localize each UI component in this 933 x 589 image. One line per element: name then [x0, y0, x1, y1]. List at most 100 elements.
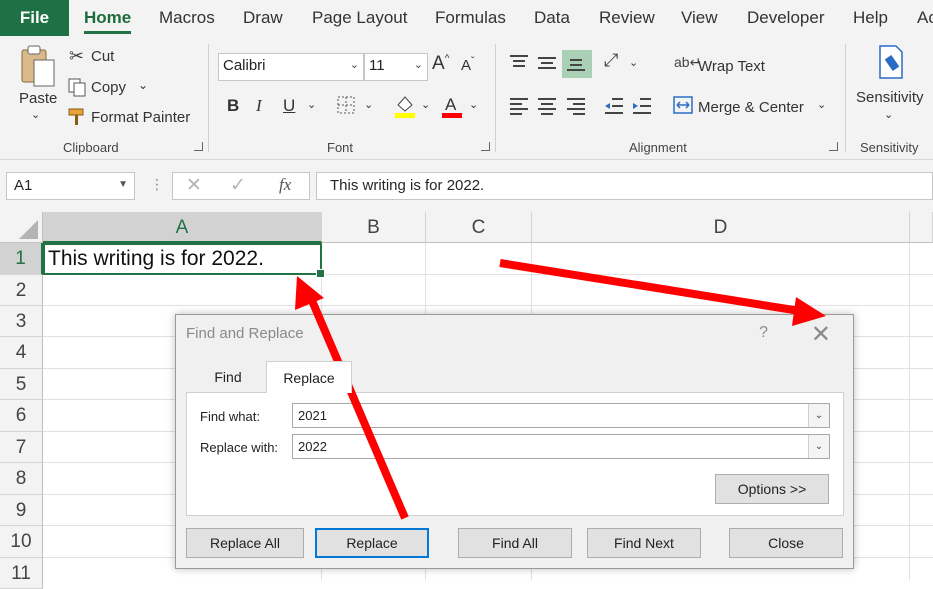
- help-icon[interactable]: ?: [759, 324, 768, 342]
- select-all-corner[interactable]: [0, 212, 43, 243]
- font-color-icon[interactable]: A: [440, 93, 464, 124]
- file-tab[interactable]: File: [0, 0, 69, 36]
- tab-developer[interactable]: Developer: [747, 0, 825, 36]
- group-divider: [495, 44, 496, 152]
- paste-dropdown-icon[interactable]: ⌄: [31, 108, 40, 121]
- underline-button[interactable]: U: [283, 96, 295, 116]
- cut-button[interactable]: Cut: [91, 48, 114, 65]
- format-painter-icon[interactable]: [67, 107, 87, 132]
- paste-button[interactable]: Paste: [19, 90, 57, 107]
- ribbon: Paste ⌄ ✂ Cut Copy ⌄ Format Painter Clip…: [0, 36, 933, 160]
- gridline: [909, 243, 910, 580]
- insert-function-icon[interactable]: fx: [279, 175, 291, 195]
- align-right-icon[interactable]: [566, 97, 586, 120]
- tab-home[interactable]: Home: [84, 0, 132, 36]
- borders-icon[interactable]: [336, 95, 356, 120]
- row-header-11[interactable]: 11: [0, 558, 43, 589]
- row-header-1[interactable]: 1: [0, 243, 43, 275]
- copy-dropdown-icon[interactable]: ⌄: [138, 78, 148, 92]
- tab-draw[interactable]: Draw: [243, 0, 283, 36]
- align-center-icon[interactable]: [537, 97, 557, 120]
- row-header-4[interactable]: 4: [0, 337, 43, 369]
- increase-font-size-icon[interactable]: A^: [432, 53, 449, 75]
- align-top-icon[interactable]: [509, 54, 529, 77]
- format-painter-button[interactable]: Format Painter: [91, 109, 190, 126]
- column-header-e[interactable]: [910, 212, 933, 243]
- chevron-down-icon[interactable]: ⌄: [808, 404, 829, 427]
- formula-input[interactable]: This writing is for 2022.: [316, 172, 933, 200]
- increase-indent-icon[interactable]: [632, 97, 652, 120]
- merge-center-button[interactable]: Merge & Center: [698, 99, 804, 116]
- font-family-select[interactable]: Calibri ⌄: [218, 53, 364, 81]
- tab-help[interactable]: Help: [853, 0, 888, 36]
- row-header-7[interactable]: 7: [0, 432, 43, 463]
- orientation-dropdown-icon[interactable]: ⌄: [629, 56, 638, 69]
- options-button[interactable]: Options >>: [715, 474, 829, 504]
- tab-data[interactable]: Data: [534, 0, 570, 36]
- alignment-launcher-icon[interactable]: [829, 142, 838, 151]
- fill-color-dropdown-icon[interactable]: ⌄: [421, 98, 430, 111]
- tab-view[interactable]: View: [681, 0, 718, 36]
- row-header-3[interactable]: 3: [0, 306, 43, 337]
- merge-center-dropdown-icon[interactable]: ⌄: [817, 98, 826, 111]
- column-header-b[interactable]: B: [322, 212, 426, 243]
- column-header-a[interactable]: A: [43, 212, 322, 243]
- font-size-select[interactable]: 11 ⌄: [364, 53, 428, 81]
- row-header-6[interactable]: 6: [0, 400, 43, 432]
- row-header-8[interactable]: 8: [0, 463, 43, 495]
- paste-icon[interactable]: [18, 44, 58, 93]
- more-options-icon[interactable]: ⋮: [150, 176, 164, 193]
- align-bottom-icon[interactable]: [566, 54, 586, 77]
- find-all-button[interactable]: Find All: [458, 528, 572, 558]
- decrease-font-size-icon[interactable]: Aˇ: [461, 56, 474, 74]
- replace-with-input[interactable]: 2022 ⌄: [292, 434, 830, 459]
- font-launcher-icon[interactable]: [481, 142, 490, 151]
- row-header-9[interactable]: 9: [0, 495, 43, 526]
- column-header-d[interactable]: D: [532, 212, 910, 243]
- wrap-text-button[interactable]: Wrap Text: [698, 58, 765, 75]
- find-what-input[interactable]: 2021 ⌄: [292, 403, 830, 428]
- orientation-icon[interactable]: ⤢: [604, 50, 618, 71]
- bold-button[interactable]: B: [227, 96, 239, 116]
- chevron-down-icon: ▼: [118, 179, 128, 190]
- copy-button[interactable]: Copy: [91, 79, 126, 96]
- close-button[interactable]: Close: [729, 528, 843, 558]
- replace-button[interactable]: Replace: [315, 528, 429, 558]
- chevron-down-icon[interactable]: ⌄: [808, 435, 829, 458]
- merge-center-icon[interactable]: [673, 96, 693, 119]
- column-header-c[interactable]: C: [426, 212, 532, 243]
- underline-dropdown-icon[interactable]: ⌄: [307, 98, 316, 111]
- italic-button[interactable]: I: [256, 96, 262, 116]
- enter-icon[interactable]: ✓: [230, 174, 246, 197]
- sensitivity-button[interactable]: Sensitivity: [856, 89, 924, 106]
- align-left-icon[interactable]: [509, 97, 529, 120]
- tab-overflow[interactable]: Ac: [917, 0, 933, 36]
- fill-color-icon[interactable]: [393, 93, 417, 124]
- scissors-icon[interactable]: ✂: [69, 46, 84, 67]
- sensitivity-dropdown-icon[interactable]: ⌄: [884, 108, 893, 121]
- font-size-value: 11: [369, 57, 385, 74]
- replace-with-label: Replace with:: [200, 440, 279, 455]
- decrease-indent-icon[interactable]: [604, 97, 624, 120]
- sensitivity-icon[interactable]: [876, 44, 906, 85]
- tab-page-layout[interactable]: Page Layout: [312, 0, 407, 36]
- find-next-button[interactable]: Find Next: [587, 528, 701, 558]
- tab-macros[interactable]: Macros: [159, 0, 215, 36]
- cancel-icon[interactable]: ✕: [186, 174, 202, 197]
- row-header-5[interactable]: 5: [0, 369, 43, 400]
- replace-all-button[interactable]: Replace All: [186, 528, 304, 558]
- row-header-2[interactable]: 2: [0, 275, 43, 306]
- name-box[interactable]: A1 ▼: [6, 172, 135, 200]
- close-icon[interactable]: ✕: [811, 320, 831, 349]
- row-header-10[interactable]: 10: [0, 526, 43, 558]
- tab-find[interactable]: Find: [201, 361, 255, 393]
- copy-icon[interactable]: [67, 77, 87, 102]
- borders-dropdown-icon[interactable]: ⌄: [364, 98, 373, 111]
- tab-review[interactable]: Review: [599, 0, 655, 36]
- tab-formulas[interactable]: Formulas: [435, 0, 506, 36]
- align-middle-icon[interactable]: [537, 54, 557, 77]
- clipboard-launcher-icon[interactable]: [194, 142, 203, 151]
- font-color-dropdown-icon[interactable]: ⌄: [469, 98, 478, 111]
- cell-a1[interactable]: This writing is for 2022.: [43, 243, 325, 278]
- tab-replace[interactable]: Replace: [266, 361, 352, 393]
